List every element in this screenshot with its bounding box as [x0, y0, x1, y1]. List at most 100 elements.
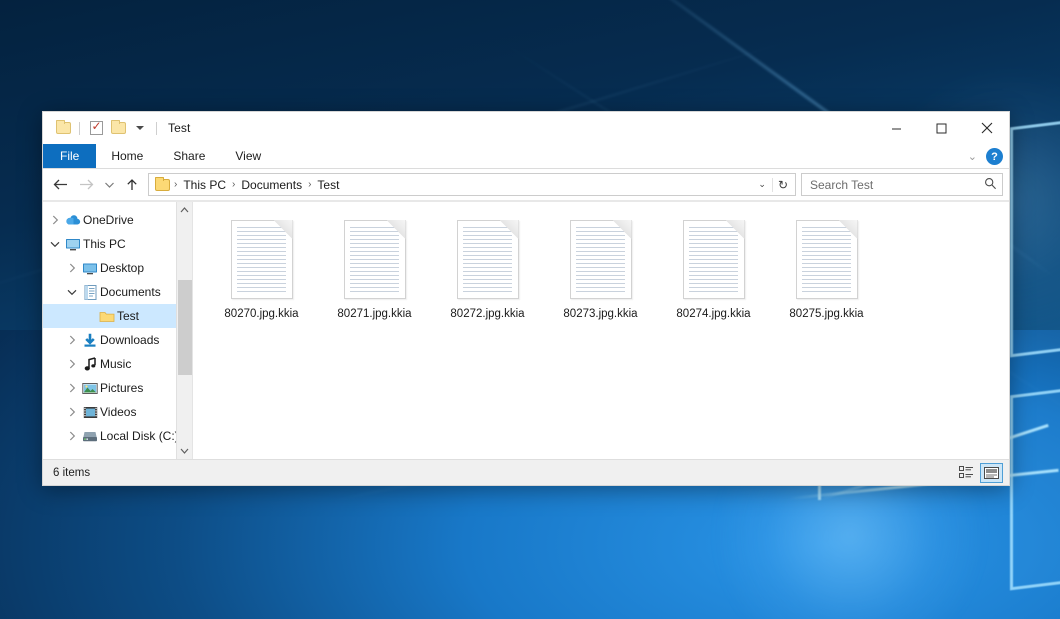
chevron-down-icon[interactable] [64, 289, 80, 296]
chevron-right-icon[interactable] [64, 335, 80, 345]
breadcrumb-this-pc[interactable]: This PC [178, 178, 231, 192]
desktop-icon [82, 262, 98, 275]
file-item[interactable]: 80274.jpg.kkia [657, 214, 770, 332]
monitor-icon [65, 238, 81, 251]
up-button[interactable] [119, 172, 145, 198]
search-placeholder: Search Test [810, 178, 984, 192]
tab-view[interactable]: View [220, 144, 276, 168]
tab-file[interactable]: File [43, 144, 96, 168]
desktop: Test File Home Share View ⌄ ? [0, 0, 1060, 619]
scrollbar-track[interactable] [177, 218, 193, 443]
qat-separator [79, 122, 80, 135]
details-view-button[interactable] [955, 463, 978, 483]
doc-lines [350, 227, 399, 292]
scroll-up-arrow-icon[interactable] [177, 202, 193, 218]
breadcrumb-documents[interactable]: Documents [236, 178, 307, 192]
chevron-right-icon[interactable] [64, 431, 80, 441]
videos-icon [83, 406, 98, 419]
sidebar-item-pictures[interactable]: Pictures [43, 376, 192, 400]
refresh-icon[interactable]: ↻ [772, 178, 793, 192]
file-name-label: 80272.jpg.kkia [450, 308, 524, 320]
sidebar-item-onedrive[interactable]: OneDrive [43, 208, 192, 232]
file-list-pane[interactable]: 80270.jpg.kkia 80271.jpg.kkia 80272.jpg.kk… [193, 202, 1009, 459]
recent-locations-icon[interactable] [99, 172, 119, 198]
file-item[interactable]: 80275.jpg.kkia [770, 214, 883, 332]
sidebar-item-downloads[interactable]: Downloads [43, 328, 192, 352]
generic-file-icon [570, 220, 632, 299]
desktop-icon [80, 262, 100, 275]
folder-icon[interactable] [52, 117, 74, 139]
file-item[interactable]: 80271.jpg.kkia [318, 214, 431, 332]
maximize-button[interactable] [919, 112, 964, 144]
disk-icon [82, 430, 98, 443]
window-controls [874, 112, 1009, 144]
folder-icon [97, 310, 117, 323]
chevron-right-icon[interactable] [64, 263, 80, 273]
tab-share[interactable]: Share [158, 144, 220, 168]
customize-chevron-icon[interactable] [129, 117, 151, 139]
scrollbar-thumb[interactable] [178, 280, 192, 375]
view-toggle-group [955, 463, 1003, 483]
sidebar-item-test[interactable]: Test [43, 304, 192, 328]
documents-icon [84, 285, 97, 300]
doc-lines [237, 227, 286, 292]
sidebar-item-label: Videos [100, 405, 136, 419]
doc-lines [463, 227, 512, 292]
sidebar-item-local-disk-c[interactable]: Local Disk (C:) [43, 424, 192, 448]
forward-button[interactable] [73, 172, 99, 198]
chevron-right-icon[interactable] [64, 407, 80, 417]
file-item[interactable]: 80272.jpg.kkia [431, 214, 544, 332]
large-icons-view-button[interactable] [980, 463, 1003, 483]
doc-lines [576, 227, 625, 292]
address-bar[interactable]: › This PC › Documents › Test ⌄ ↻ [148, 173, 796, 196]
status-bar: 6 items [43, 459, 1009, 485]
folder-tree: OneDrive This PC DesktopDocumentsTest Downl… [43, 202, 192, 448]
disk-icon [80, 430, 100, 443]
chevron-right-icon[interactable] [47, 215, 63, 225]
search-input[interactable]: Search Test [801, 173, 1003, 196]
back-button[interactable] [47, 172, 73, 198]
sidebar-item-label: Downloads [100, 333, 159, 347]
sidebar-item-desktop[interactable]: Desktop [43, 256, 192, 280]
generic-file-icon [231, 220, 293, 299]
help-icon[interactable]: ? [986, 148, 1003, 165]
sidebar-item-videos[interactable]: Videos [43, 400, 192, 424]
title-bar: Test [43, 112, 1009, 144]
minimize-button[interactable] [874, 112, 919, 144]
documents-icon [80, 285, 100, 300]
chevron-down-icon[interactable] [47, 241, 63, 248]
doc-lines [802, 227, 851, 292]
chevron-right-icon[interactable] [64, 383, 80, 393]
windows-logo-pane [1010, 113, 1060, 358]
file-grid: 80270.jpg.kkia 80271.jpg.kkia 80272.jpg.kk… [193, 214, 1009, 332]
sidebar-scrollbar[interactable] [176, 202, 192, 459]
chevron-down-icon[interactable]: ⌄ [968, 150, 977, 163]
sidebar-item-label: This PC [83, 237, 126, 251]
breadcrumb-test[interactable]: Test [312, 178, 344, 192]
generic-file-icon [344, 220, 406, 299]
downloads-icon [80, 333, 100, 348]
file-item[interactable]: 80273.jpg.kkia [544, 214, 657, 332]
quick-access-toolbar: Test [43, 112, 190, 144]
videos-icon [80, 406, 100, 419]
close-button[interactable] [964, 112, 1009, 144]
sidebar-item-label: Music [100, 357, 131, 371]
chevron-right-icon[interactable] [64, 359, 80, 369]
file-name-label: 80270.jpg.kkia [224, 308, 298, 320]
file-explorer-window: Test File Home Share View ⌄ ? [42, 111, 1010, 486]
generic-file-icon [457, 220, 519, 299]
qat-separator [156, 122, 157, 135]
sidebar-item-music[interactable]: Music [43, 352, 192, 376]
search-icon[interactable] [984, 177, 997, 193]
new-folder-icon[interactable] [107, 117, 129, 139]
file-name-label: 80273.jpg.kkia [563, 308, 637, 320]
properties-icon[interactable] [85, 117, 107, 139]
generic-file-icon [796, 220, 858, 299]
sidebar-item-documents[interactable]: Documents [43, 280, 192, 304]
tab-home[interactable]: Home [96, 144, 158, 168]
chevron-down-icon[interactable]: ⌄ [752, 179, 772, 190]
doc-lines [689, 227, 738, 292]
sidebar-item-this-pc[interactable]: This PC [43, 232, 192, 256]
file-item[interactable]: 80270.jpg.kkia [205, 214, 318, 332]
scroll-down-arrow-icon[interactable] [177, 443, 193, 459]
